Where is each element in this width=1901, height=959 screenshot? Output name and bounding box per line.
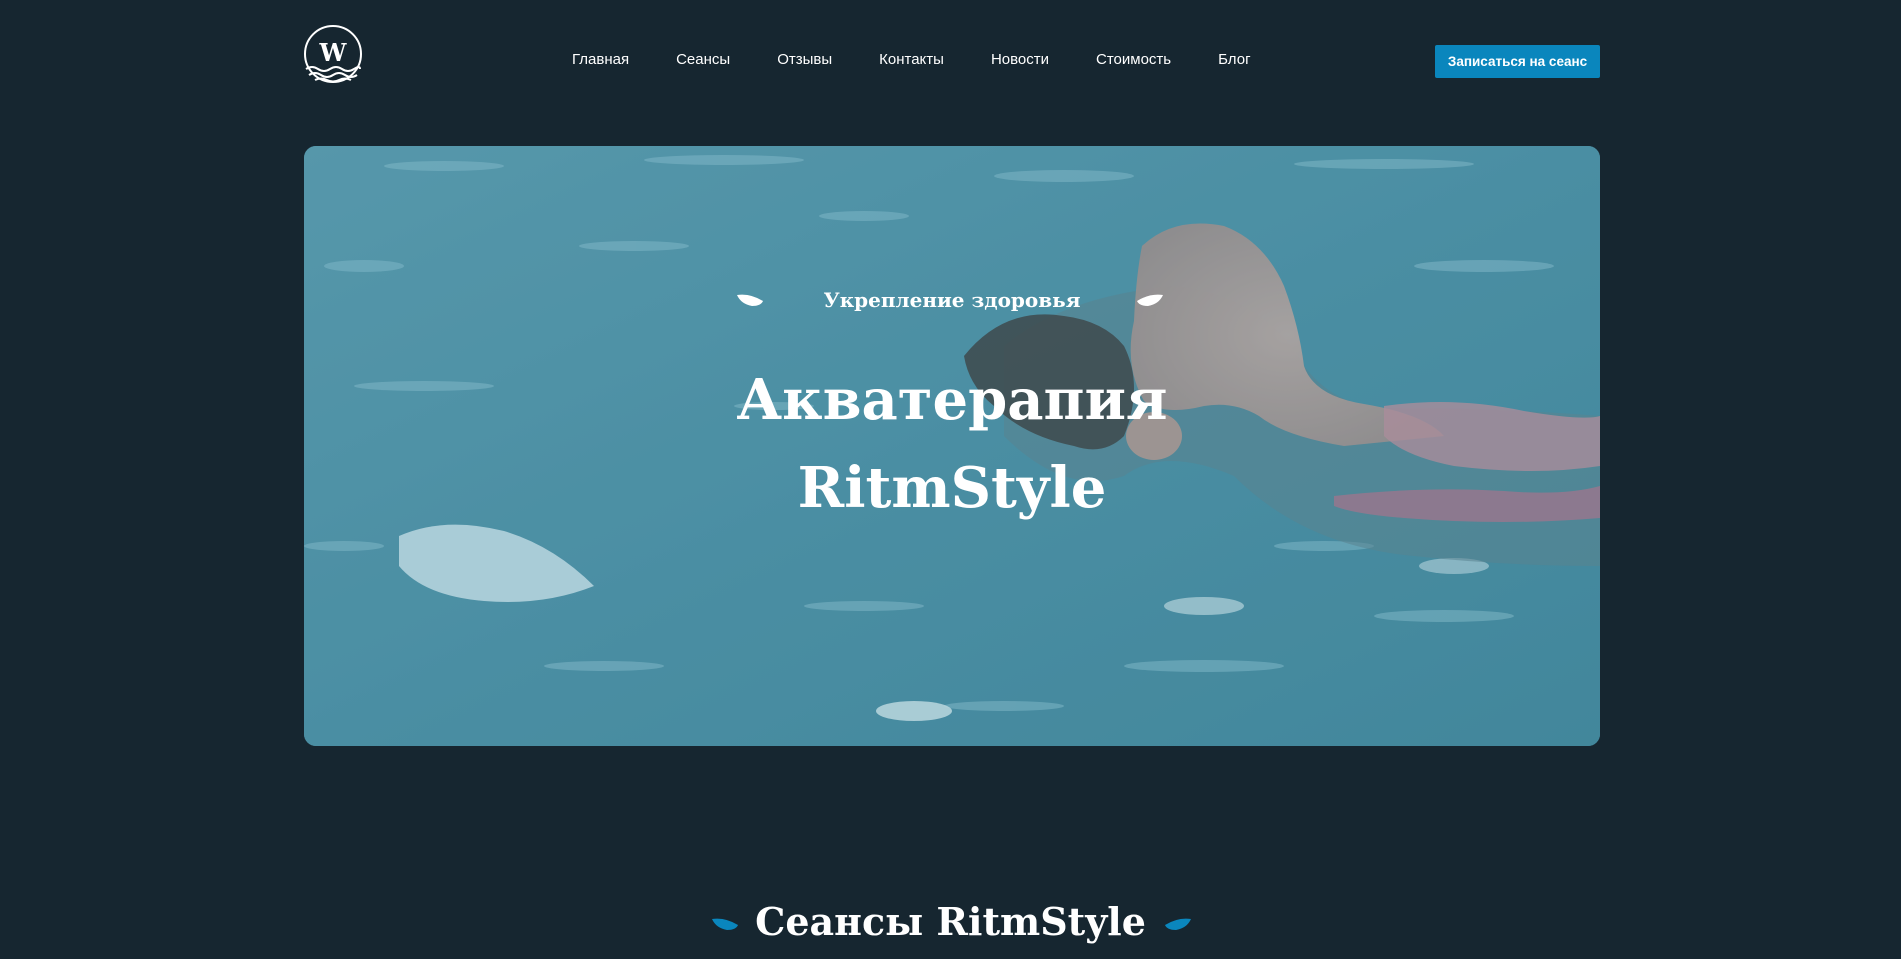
hero-subtitle: Укрепление здоровья (823, 288, 1081, 312)
leaf-icon (712, 918, 738, 930)
book-session-button[interactable]: Записаться на сеанс (1435, 45, 1600, 78)
hero-title: Акватерапия RitmStyle (304, 356, 1600, 532)
hero-subtitle-row: Укрепление здоровья (304, 280, 1600, 320)
logo[interactable]: W (303, 25, 363, 87)
leaf-icon (1165, 918, 1191, 930)
sessions-title: Сеансы RitmStyle (755, 899, 1146, 944)
nav-item-pricing[interactable]: Стоимость (1096, 50, 1171, 70)
wave-icon (305, 66, 361, 72)
main-nav: Главная Сеансы Отзывы Контакты Новости С… (572, 50, 1251, 70)
nav-item-contacts[interactable]: Контакты (879, 50, 944, 70)
nav-item-home[interactable]: Главная (572, 50, 629, 70)
leaf-icon (1137, 294, 1163, 306)
nav-item-news[interactable]: Новости (991, 50, 1049, 70)
nav-item-reviews[interactable]: Отзывы (777, 50, 832, 70)
logo-letter: W (319, 38, 348, 67)
hero-banner: Укрепление здоровья Акватерапия RitmStyl… (304, 146, 1600, 746)
sessions-heading-row: Сеансы RitmStyle (0, 896, 1901, 948)
hero-title-line-1: Акватерапия (736, 367, 1168, 433)
hero-title-line-2: RitmStyle (797, 455, 1107, 521)
nav-item-blog[interactable]: Блог (1218, 50, 1250, 70)
site-header: W Главная Сеансы Отзывы Контакты Новости… (0, 0, 1901, 120)
nav-item-sessions[interactable]: Сеансы (676, 50, 730, 70)
